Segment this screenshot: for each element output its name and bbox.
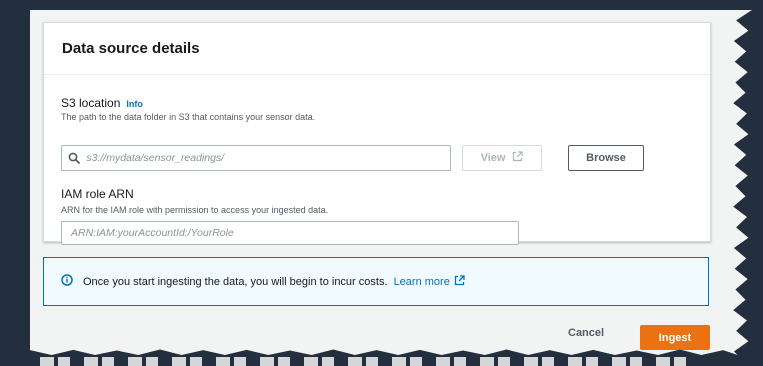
s3-location-label-row: S3 location Info [61, 96, 143, 110]
s3-location-label: S3 location [61, 96, 121, 110]
learn-more-link[interactable]: Learn more [393, 274, 465, 289]
page-sheet: Data source details S3 location Info The… [30, 10, 752, 355]
alert-message: Once you start ingesting the data, you w… [83, 274, 465, 289]
iam-role-description: ARN for the IAM role with permission to … [61, 205, 329, 215]
external-link-icon [512, 151, 524, 165]
iam-role-label: IAM role ARN [61, 187, 134, 201]
s3-location-input[interactable] [61, 145, 451, 171]
info-icon [61, 273, 73, 291]
screenshot-stage: Data source details S3 location Info The… [0, 0, 763, 366]
learn-more-label: Learn more [393, 275, 450, 288]
alert-text: Once you start ingesting the data, you w… [83, 275, 388, 288]
ingest-button[interactable]: Ingest [640, 325, 710, 350]
data-source-details-panel: Data source details S3 location Info The… [43, 22, 711, 245]
panel-title: Data source details [62, 40, 200, 57]
search-icon [62, 152, 86, 164]
external-link-icon [454, 274, 465, 289]
cost-info-alert: Once you start ingesting the data, you w… [43, 257, 709, 306]
view-button[interactable]: View [462, 145, 542, 171]
view-button-label: View [480, 152, 506, 164]
browse-button[interactable]: Browse [568, 145, 644, 171]
s3-location-field[interactable] [86, 152, 450, 164]
iam-role-field[interactable] [71, 227, 518, 239]
info-link[interactable]: Info [126, 99, 143, 109]
s3-location-description: The path to the data folder in S3 that c… [61, 112, 316, 122]
cancel-button[interactable]: Cancel [568, 327, 604, 339]
iam-role-input[interactable] [61, 221, 519, 245]
cropped-text-strip [40, 357, 700, 366]
panel-header: Data source details [44, 23, 710, 75]
